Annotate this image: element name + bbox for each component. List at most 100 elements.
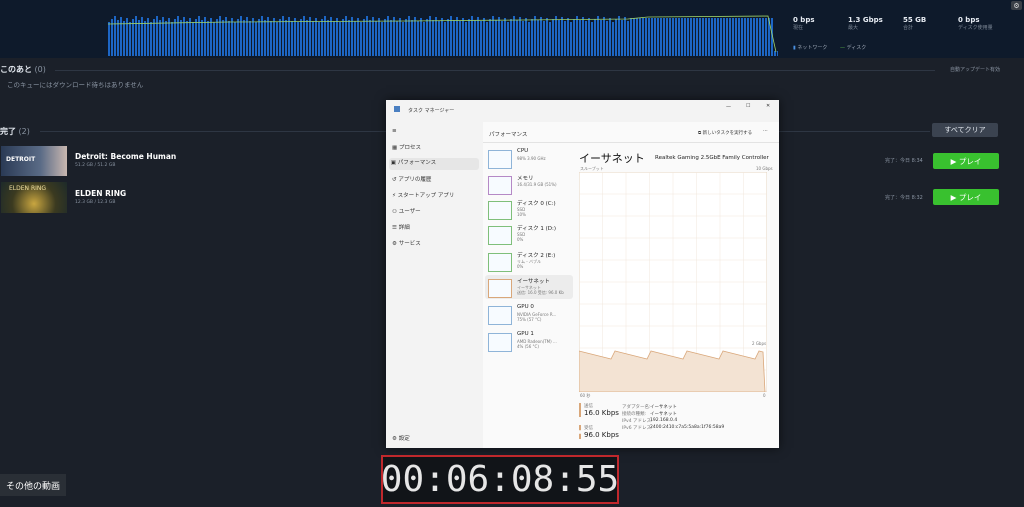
stat-current: 0 bps 現在 xyxy=(793,16,815,31)
device-subtitle: AMD Radeon(TM) ... 4% (56 °C) xyxy=(517,339,557,349)
stat-total: 55 GB 合計 xyxy=(903,16,926,31)
game-size-detroit: 51.2 GB / 51.2 GB xyxy=(75,163,116,168)
divider xyxy=(483,142,779,143)
device-name: ディスク 2 (E:) xyxy=(517,253,556,259)
device-name: ディスク 0 (C:) xyxy=(517,201,556,207)
device-subtitle: SSD 0% xyxy=(517,232,526,242)
device-thumbnail xyxy=(488,333,512,352)
nav-app-history[interactable]: ↺ アプリの履歴 xyxy=(392,175,476,187)
device-item[interactable]: GPU 0 NVIDIA GeForce R... 75% (57 °C) xyxy=(485,302,573,326)
play-button-detroit[interactable]: ▶ プレイ xyxy=(933,153,999,169)
device-thumbnail xyxy=(488,226,512,245)
device-thumbnail xyxy=(488,201,512,220)
thumbnail-text: ELDEN RING xyxy=(9,185,47,192)
auto-update-link[interactable]: 自動アップデート有効 xyxy=(950,66,1000,73)
device-subtitle: NVIDIA GeForce R... 75% (57 °C) xyxy=(517,312,557,322)
nav-label: 設定 xyxy=(398,436,410,442)
task-manager-window[interactable]: タスク マネージャー — ☐ ✕ ≡ ▦ プロセス ▣ パフォーマンス ↺ アプ… xyxy=(386,100,779,448)
stat-disk-label: ディスク使用量 xyxy=(958,25,993,31)
nav-processes[interactable]: ▦ プロセス xyxy=(392,143,476,155)
device-thumbnail xyxy=(488,279,512,298)
title-bar[interactable]: タスク マネージャー — ☐ ✕ xyxy=(386,100,779,118)
play-button-elden-ring[interactable]: ▶ プレイ xyxy=(933,189,999,205)
device-item[interactable]: ディスク 0 (C:) SSD 10% xyxy=(485,197,573,221)
completed-time-detroit: 完了：今日 8:34 xyxy=(885,158,923,164)
nav-performance[interactable]: ▣ パフォーマンス xyxy=(389,158,479,170)
detail-key: 接続の種類: xyxy=(622,412,647,417)
run-task-icon: ⧉ xyxy=(698,131,702,136)
close-icon[interactable]: ✕ xyxy=(766,103,770,109)
disk-legend-icon: — xyxy=(840,45,847,51)
more-options-icon[interactable]: ⋯ xyxy=(763,128,768,134)
throughput-chart xyxy=(579,172,767,392)
gear-icon[interactable]: ⚙ xyxy=(1011,1,1022,10)
section-title: パフォーマンス xyxy=(489,132,528,138)
nav-label: パフォーマンス xyxy=(397,160,437,166)
minimize-icon[interactable]: — xyxy=(726,104,731,110)
nav-details[interactable]: ☰ 詳細 xyxy=(392,223,476,235)
game-name-elden-ring[interactable]: ELDEN RING xyxy=(75,189,126,198)
more-videos-button[interactable]: その他の動画 xyxy=(0,474,67,496)
game-thumbnail-detroit[interactable]: DETROIT xyxy=(1,146,67,176)
legend-network-label: ネットワーク xyxy=(797,45,828,51)
nav-label: サービス xyxy=(398,241,421,247)
performance-panel: パフォーマンス ⧉ 新しいタスクを実行する ⋯ CPU 98% 3.90 GHz メ… xyxy=(483,122,779,448)
send-stat: 送信 16.0 Kbps xyxy=(579,403,619,417)
detail-value: 2400:2410:c7a5:5a8a:1f76:58a9 xyxy=(650,425,725,430)
device-subtitle: イーサネット 送信: 16.0 受信: 96.0 Kb xyxy=(517,285,564,295)
clear-all-button[interactable]: すべてクリア xyxy=(932,123,998,137)
settings-icon: ⚙ xyxy=(392,436,397,442)
time-axis-label: 60 秒 xyxy=(580,393,591,398)
device-item[interactable]: CPU 98% 3.90 GHz xyxy=(485,146,573,170)
maximize-icon[interactable]: ☐ xyxy=(746,103,750,109)
stat-peak: 1.3 Gbps 最大 xyxy=(848,16,883,31)
adapter-name: Realtek Gaming 2.5GbE Family Controller xyxy=(655,155,769,161)
upcoming-empty-text: このキューにはダウンロード待ちはありません xyxy=(7,81,144,89)
device-item[interactable]: イーサネット イーサネット 送信: 16.0 受信: 96.0 Kb xyxy=(485,275,573,299)
device-name: ディスク 1 (D:) xyxy=(517,226,556,232)
device-subtitle: 98% 3.90 GHz xyxy=(517,156,546,161)
detail-value: イーサネット xyxy=(650,412,677,417)
legend-disk[interactable]: — ディスク xyxy=(840,44,866,51)
device-item[interactable]: ディスク 1 (D:) SSD 0% xyxy=(485,222,573,246)
detail-value: イーサネット xyxy=(650,405,677,410)
completed-time-elden-ring: 完了：今日 8:32 xyxy=(885,195,923,201)
throughput-mid-label: 2 Gbps xyxy=(752,341,767,346)
hamburger-menu-icon[interactable]: ≡ xyxy=(392,128,397,134)
throughput-max-label: 10 Gbps xyxy=(756,166,773,171)
device-item[interactable]: GPU 1 AMD Radeon(TM) ... 4% (56 °C) xyxy=(485,329,573,353)
nav-label: アプリの履歴 xyxy=(398,177,432,183)
upcoming-heading: このあと (0) xyxy=(0,64,46,75)
game-name-detroit[interactable]: Detroit: Become Human xyxy=(75,152,176,161)
receive-stat: 受信 96.0 Kbps xyxy=(579,425,619,439)
stat-peak-value: 1.3 Gbps xyxy=(848,16,883,24)
send-value: 16.0 Kbps xyxy=(584,409,619,417)
stat-disk-value: 0 bps xyxy=(958,16,980,24)
detail-key: アダプター名: xyxy=(622,405,651,410)
device-thumbnail xyxy=(488,306,512,325)
game-thumbnail-elden-ring[interactable]: ELDEN RING xyxy=(1,182,67,213)
details-icon: ☰ xyxy=(392,225,397,231)
device-subtitle: SSD 10% xyxy=(517,207,526,217)
stat-current-value: 0 bps xyxy=(793,16,815,24)
device-name: イーサネット xyxy=(517,279,550,285)
nav-startup-apps[interactable]: ⚡ スタートアップ アプリ xyxy=(392,191,476,203)
nav-services[interactable]: ⚙ サービス xyxy=(392,239,476,251)
legend-network[interactable]: ▮ ネットワーク xyxy=(793,44,827,51)
stat-peak-label: 最大 xyxy=(848,25,859,31)
users-icon: ⚇ xyxy=(392,209,397,215)
run-new-task-button[interactable]: ⧉ 新しいタスクを実行する xyxy=(698,130,752,136)
stat-disk: 0 bps ディスク使用量 xyxy=(958,16,993,31)
nav-settings[interactable]: ⚙ 設定 xyxy=(392,434,410,442)
game-size-elden-ring: 12.3 GB / 12.3 GB xyxy=(75,200,116,205)
device-item[interactable]: メモリ 16.4/31.9 GB (51%) xyxy=(485,172,573,196)
nav-users[interactable]: ⚇ ユーザー xyxy=(392,207,476,219)
device-name: CPU xyxy=(517,148,529,154)
device-thumbnail xyxy=(488,176,512,195)
services-icon: ⚙ xyxy=(392,241,397,247)
window-title: タスク マネージャー xyxy=(408,108,455,114)
detail-value: 192.168.0.4 xyxy=(650,418,678,423)
device-item[interactable]: ディスク 2 (E:) リム - バブル 0% xyxy=(485,249,573,273)
performance-icon: ▣ xyxy=(390,160,396,166)
nav-label: ユーザー xyxy=(398,209,421,215)
